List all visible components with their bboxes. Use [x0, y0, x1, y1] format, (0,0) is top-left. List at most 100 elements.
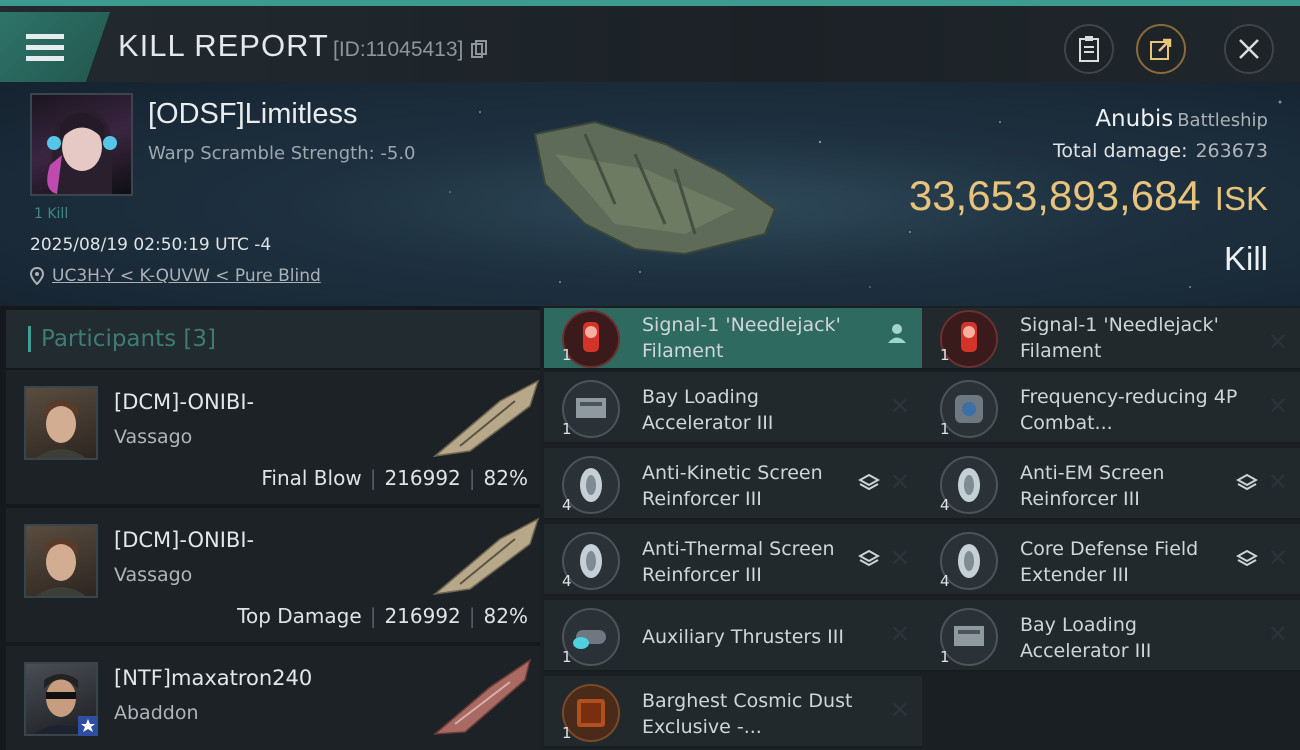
- victim-avatar[interactable]: [30, 93, 133, 196]
- close-icon[interactable]: ✕: [1268, 394, 1288, 418]
- copy-icon[interactable]: [471, 40, 488, 58]
- module-item[interactable]: 1 Auxiliary Thrusters III ✕: [544, 600, 922, 672]
- module-quantity: 1: [940, 346, 950, 364]
- participant-ship-image: [432, 379, 540, 458]
- participant-ship-image: [432, 517, 540, 596]
- participant-row[interactable]: [DCM]-ONIBI- Vassago Final Blow | 216992 | 8…: [6, 370, 540, 504]
- close-icon: [1239, 39, 1259, 59]
- stat-separator: |: [468, 466, 476, 490]
- stat-separator: |: [369, 604, 377, 628]
- warp-scramble-strength: Warp Scramble Strength: -5.0: [148, 143, 416, 164]
- close-button[interactable]: [1224, 24, 1274, 74]
- close-icon[interactable]: ✕: [890, 622, 910, 646]
- module-item[interactable]: 1 Bay Loading Accelerator III ✕: [922, 600, 1300, 672]
- close-icon[interactable]: ✕: [890, 546, 910, 570]
- participant-portrait: [24, 524, 98, 598]
- share-icon: [1150, 38, 1172, 60]
- module-name: Anti-Kinetic Screen Reinforcer III: [642, 462, 823, 510]
- total-damage-value: 263673: [1195, 140, 1268, 162]
- star-badge-icon: [78, 716, 98, 736]
- layers-icon[interactable]: [858, 472, 880, 494]
- module-name: Anti-Thermal Screen Reinforcer III: [642, 538, 835, 586]
- participant-row[interactable]: [DCM]-ONIBI- Vassago Top Damage | 216992 | 8…: [6, 508, 540, 642]
- module-name: Signal-1 'Needlejack' Filament: [642, 314, 841, 362]
- module-item[interactable]: 4 Core Defense Field Extender III ✕: [922, 524, 1300, 596]
- ship-class: Battleship: [1177, 110, 1268, 131]
- module-quantity: 1: [562, 420, 572, 438]
- participant-damage: 216992: [384, 466, 461, 490]
- close-icon[interactable]: ✕: [890, 394, 910, 418]
- portrait-face: [36, 400, 86, 458]
- layers-icon[interactable]: [1236, 472, 1258, 494]
- kill-summary-panel: [ODSF]Limitless Warp Scramble Strength: …: [0, 82, 1300, 306]
- module-item[interactable]: 4 Anti-Kinetic Screen Reinforcer III ✕: [544, 448, 922, 520]
- menu-button[interactable]: [0, 12, 110, 82]
- share-button[interactable]: [1136, 24, 1186, 74]
- isk-unit: ISK: [1214, 180, 1268, 217]
- module-item[interactable]: 1 Frequency-reducing 4P Combat... ✕: [922, 372, 1300, 444]
- module-item[interactable]: 1 Signal-1 'Needlejack' Filament: [544, 308, 922, 370]
- filament-glyph: [583, 322, 599, 352]
- module-name: Frequency-reducing 4P Combat...: [1020, 386, 1238, 434]
- module-glyph: [576, 398, 606, 418]
- participant-ship-image: [432, 658, 532, 735]
- page-title: KILL REPORT: [118, 28, 329, 63]
- report-id-text: [ID:11045413]: [333, 38, 464, 61]
- layers-icon[interactable]: [1236, 548, 1258, 570]
- close-icon[interactable]: ✕: [1268, 622, 1288, 646]
- filament-glyph: [961, 322, 977, 352]
- participant-portrait: [24, 386, 98, 460]
- module-item[interactable]: 4 Anti-EM Screen Reinforcer III ✕: [922, 448, 1300, 520]
- module-glyph: [580, 468, 602, 502]
- participant-ship: Vassago: [114, 564, 193, 586]
- header-bar: KILL REPORT [ID:11045413]: [0, 0, 1300, 82]
- report-id[interactable]: [ID:11045413]: [333, 38, 488, 62]
- module-glyph: [958, 544, 980, 578]
- ship-name: Anubis: [1095, 106, 1174, 132]
- module-item[interactable]: 1 Barghest Cosmic Dust Exclusive -... ✕: [544, 676, 922, 748]
- module-name: Core Defense Field Extender III: [1020, 538, 1199, 586]
- person-icon[interactable]: [886, 322, 908, 344]
- location-link[interactable]: UC3H-Y < K-QUVW < Pure Blind: [30, 266, 321, 286]
- module-glyph: [958, 468, 980, 502]
- total-damage-label: Total damage:: [1053, 140, 1188, 162]
- participant-role: Final Blow: [261, 466, 362, 490]
- kill-count: 1 Kill: [34, 206, 69, 222]
- participant-row[interactable]: [NTF]maxatron240 Abaddon: [6, 646, 540, 750]
- module-glyph: [580, 544, 602, 578]
- module-quantity: 1: [562, 724, 572, 742]
- close-icon[interactable]: ✕: [890, 470, 910, 494]
- module-name: Auxiliary Thrusters III: [642, 626, 844, 648]
- module-name: Bay Loading Accelerator III: [1020, 614, 1152, 662]
- portrait-face: [36, 538, 86, 596]
- layers-icon[interactable]: [858, 548, 880, 570]
- module-glyph: [955, 395, 983, 423]
- module-quantity: 1: [940, 648, 950, 666]
- close-icon[interactable]: ✕: [890, 698, 910, 722]
- participants-count: [3]: [183, 326, 217, 352]
- hamburger-icon: [26, 34, 64, 61]
- close-icon[interactable]: ✕: [1268, 330, 1288, 354]
- participant-percent: 82%: [483, 466, 528, 490]
- victim-ship-image: [533, 120, 777, 256]
- close-icon[interactable]: ✕: [1268, 470, 1288, 494]
- isk-amount: 33,653,893,684: [908, 172, 1201, 219]
- module-quantity: 4: [940, 496, 950, 514]
- participant-stat: Top Damage | 216992 | 82%: [237, 604, 528, 628]
- module-name: Signal-1 'Needlejack' Filament: [1020, 314, 1219, 362]
- participants-header[interactable]: Participants [3]: [6, 310, 540, 368]
- module-item[interactable]: 1 Bay Loading Accelerator III ✕: [544, 372, 922, 444]
- participant-percent: 82%: [483, 604, 528, 628]
- module-quantity: 4: [562, 572, 572, 590]
- victim-name[interactable]: [ODSF]Limitless: [148, 98, 357, 131]
- location-pin-icon: [30, 267, 44, 285]
- participant-damage: 216992: [384, 604, 461, 628]
- modules-grid: 1 Signal-1 'Needlejack' Filament 1 Signa…: [540, 306, 1300, 750]
- module-item[interactable]: 1 Signal-1 'Needlejack' Filament ✕: [922, 308, 1300, 370]
- location-text: UC3H-Y < K-QUVW < Pure Blind: [52, 266, 321, 286]
- close-icon[interactable]: ✕: [1268, 546, 1288, 570]
- avatar-portrait: [47, 109, 117, 194]
- module-quantity: 4: [562, 496, 572, 514]
- module-item[interactable]: 4 Anti-Thermal Screen Reinforcer III ✕: [544, 524, 922, 596]
- clipboard-button[interactable]: [1064, 24, 1114, 74]
